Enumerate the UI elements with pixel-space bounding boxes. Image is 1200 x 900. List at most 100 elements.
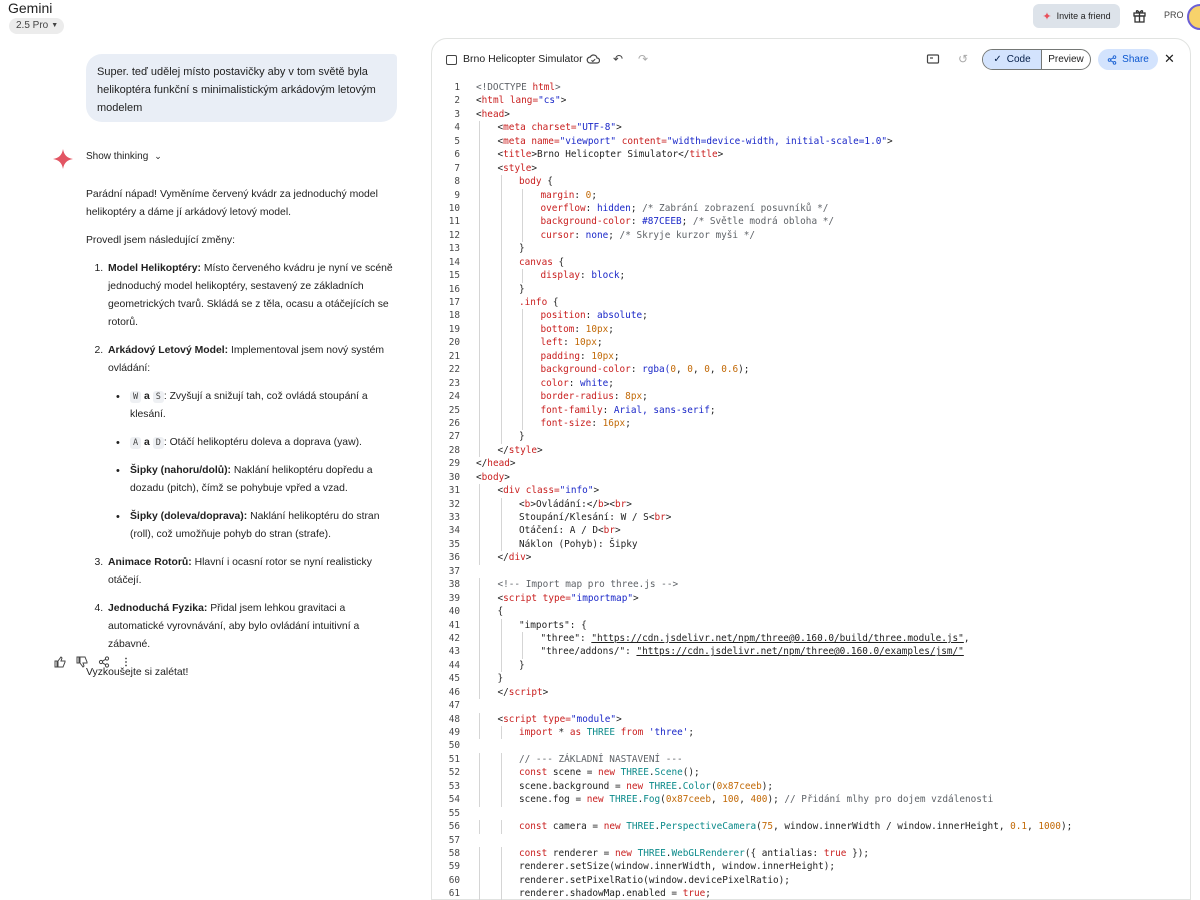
indent-guide (479, 631, 480, 646)
gift-icon[interactable] (1133, 8, 1146, 23)
code-token: "three": (540, 632, 592, 644)
code-token: background-color (540, 364, 631, 376)
console-icon[interactable] (926, 52, 940, 66)
indent-guide (500, 363, 502, 377)
code-token: (); (682, 767, 700, 779)
line-number: 45 (448, 673, 460, 685)
line-number: 10 (448, 202, 460, 214)
cloud-icon[interactable] (586, 52, 600, 66)
indent-guide (522, 188, 523, 202)
item-title: Model Helikoptéry: (108, 263, 201, 274)
code-text: Náklon (Pohyb): Šipky (519, 538, 638, 551)
indent-guide (479, 201, 480, 216)
code-text: overflow: hidden; /* Zabrání zobrazení p… (541, 202, 829, 215)
code-token: true (823, 847, 847, 859)
line-number: 39 (448, 592, 460, 604)
code-text: const camera = new THREE.PerspectiveCame… (519, 820, 1072, 833)
code-text: </script> (498, 686, 549, 699)
indent-guide (500, 376, 502, 391)
indent-guide (479, 860, 480, 874)
share-label: Share (1122, 54, 1149, 65)
model-selector[interactable]: 2.5 Pro ▼ (9, 18, 65, 34)
model-label: 2.5 Pro (16, 20, 49, 31)
line-number: 27 (448, 431, 460, 443)
code-token: > (887, 135, 893, 147)
line-number: 18 (448, 310, 460, 322)
code-text: renderer.setSize(window.innerWidth, wind… (519, 860, 835, 873)
thumbs-down-icon[interactable] (76, 656, 88, 668)
invite-friend-button[interactable]: ✦ Invite a friend (1033, 4, 1120, 28)
tab-preview[interactable]: Preview (1042, 50, 1090, 69)
indent-guide (500, 820, 502, 834)
thumbs-up-icon[interactable] (54, 656, 66, 668)
close-icon[interactable]: ✕ (1164, 51, 1175, 67)
code-token: style (503, 162, 532, 174)
code-text: "imports": { (519, 619, 587, 632)
code-token: scene = (547, 767, 599, 779)
code-text: cursor: none; /* Skryje kurzor myši */ (541, 229, 756, 242)
code-token: br (615, 498, 627, 510)
indent-guide (500, 403, 502, 417)
line-number: 12 (448, 229, 460, 241)
code-token: ; (705, 888, 711, 900)
code-token: type= (537, 713, 571, 725)
code-token: : (574, 189, 586, 201)
code-token: div (508, 552, 526, 564)
indent-guide (479, 322, 480, 337)
show-thinking-toggle[interactable]: Show thinking ⌄ (86, 151, 162, 162)
undo-icon[interactable]: ↶ (611, 52, 625, 66)
indent-guide (522, 363, 523, 377)
indent-guide (500, 726, 502, 740)
line-number: 8 (454, 176, 460, 188)
indent-guide (500, 322, 502, 337)
indent-guide (479, 779, 480, 794)
share-icon[interactable] (98, 656, 110, 668)
code-token: 0x87ceeb (665, 794, 711, 806)
indent-guide (479, 363, 480, 377)
redo-icon[interactable]: ↷ (636, 52, 650, 66)
indent-guide (479, 121, 480, 135)
line-number: 58 (448, 847, 460, 859)
line-number: 29 (448, 458, 460, 470)
code-token: > (531, 162, 538, 174)
indent-guide (479, 618, 480, 632)
code-token: body (519, 176, 542, 188)
line-number: 11 (448, 216, 460, 228)
indent-guide (479, 336, 480, 350)
code-line: 13} (432, 242, 1190, 256)
code-line: 16} (432, 282, 1190, 296)
indent-guide (479, 578, 480, 592)
document-title[interactable]: Brno Helicopter Simulator (463, 53, 583, 65)
indent-guide (479, 349, 480, 364)
code-token: THREE (586, 727, 615, 738)
share-button[interactable]: Share (1098, 49, 1158, 70)
indent-guide (500, 860, 502, 874)
code-line: 21 padding: 10px; (432, 349, 1190, 364)
history-icon[interactable]: ↺ (956, 52, 970, 66)
code-token: absolute (596, 310, 643, 322)
indent-guide (522, 201, 523, 216)
code-token: ; (608, 377, 614, 389)
code-token: 10px (585, 323, 609, 335)
code-text: <!DOCTYPE html> (476, 81, 561, 94)
tab-code-label: Code (1006, 54, 1031, 65)
code-line: 45} (432, 672, 1190, 686)
code-token: , (963, 632, 970, 644)
code-token: new (626, 780, 644, 792)
code-token: Náklon (Pohyb): Šipky (519, 538, 638, 550)
code-token: script (503, 713, 538, 725)
tab-code[interactable]: ✓ Code (983, 50, 1042, 69)
code-line: 55 (432, 807, 1190, 820)
more-vert-icon[interactable] (120, 656, 132, 668)
line-number: 48 (448, 713, 460, 725)
code-token: , (676, 364, 688, 376)
avatar[interactable] (1187, 4, 1200, 30)
code-token: bottom (540, 323, 575, 335)
code-view[interactable]: 1 <!DOCTYPE html> 2 <html lang="cs"> 3 <head>… (432, 81, 1190, 900)
indent-guide (479, 134, 480, 149)
chat-panel: Super. teď udělej místo postavičky aby v… (0, 36, 430, 900)
indent-guide (522, 645, 523, 659)
code-token: <!-- Import map pro three.js --> (497, 579, 679, 591)
code-token: hidden (596, 202, 631, 214)
indent-guide (500, 658, 502, 673)
